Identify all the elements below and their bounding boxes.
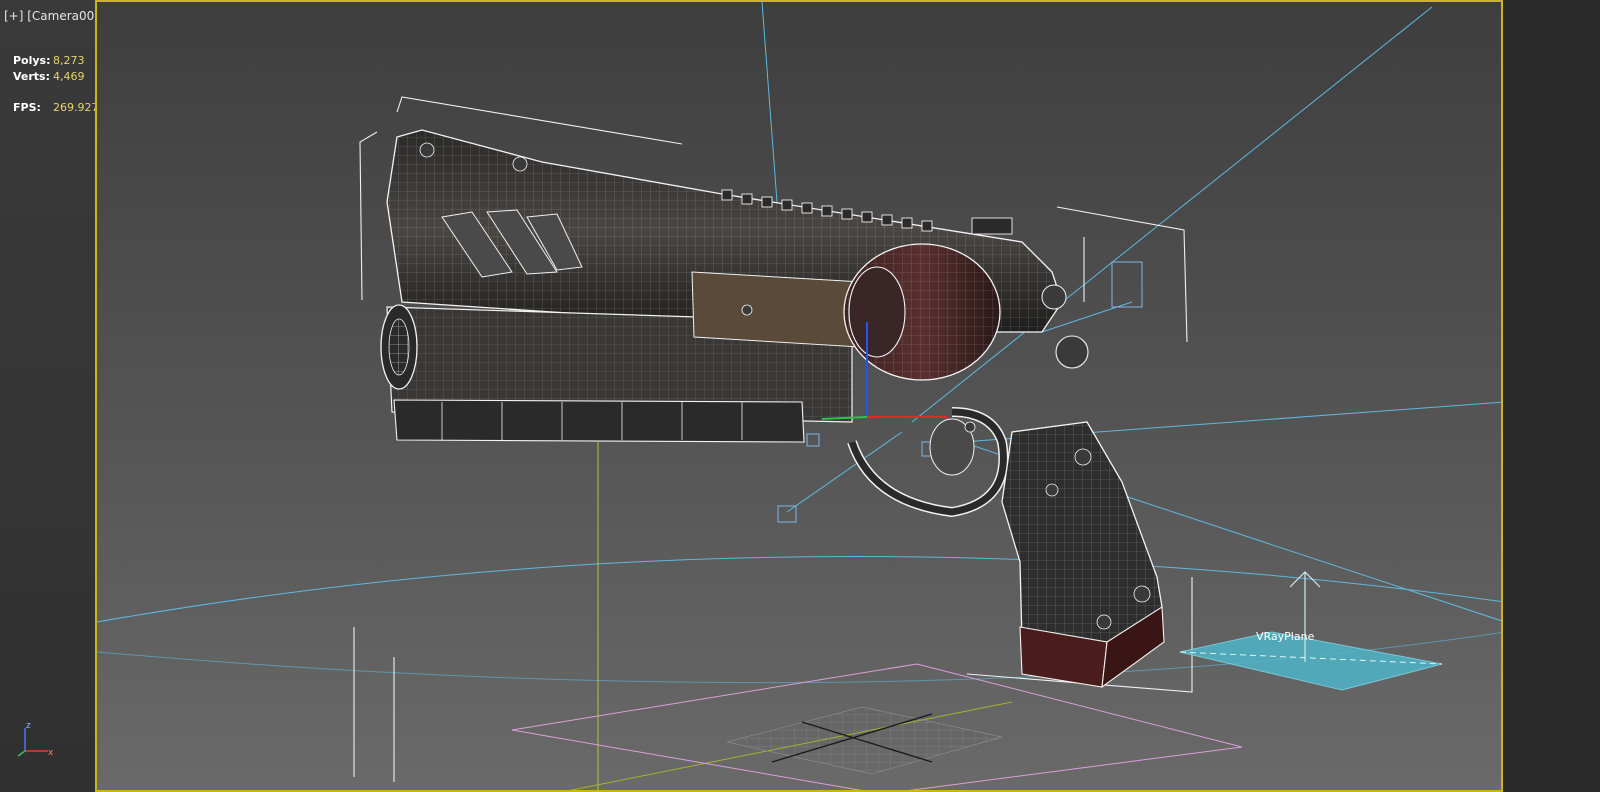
camera-viewport[interactable]: VRayPlane	[95, 0, 1503, 792]
viewport-scene[interactable]	[97, 2, 1503, 792]
fps-value: 269.927	[53, 101, 99, 114]
rear-knob	[1041, 284, 1067, 310]
axis-z-label: z	[26, 721, 31, 731]
vray-plane-label: VRayPlane	[1256, 630, 1315, 643]
gun-underbarrel	[393, 399, 805, 443]
polys-label: Polys:	[13, 54, 51, 67]
hammer-knob	[1055, 335, 1089, 369]
axis-x-label: x	[48, 748, 54, 758]
muzzle-wireframe	[388, 318, 410, 376]
side-panel	[691, 271, 863, 348]
viewport-menu-label[interactable]: [+] [Camera001]	[4, 9, 107, 23]
fps-label: FPS:	[13, 101, 41, 114]
viewport-plus-menu[interactable]: [+]	[4, 9, 23, 23]
verts-label: Verts:	[13, 70, 51, 83]
right-side-panel	[1503, 0, 1600, 792]
verts-value: 4,469	[53, 70, 85, 83]
cylinder-front	[848, 266, 906, 358]
left-command-panel: [+] [Camera001] Polys: 8,273 Verts: 4,46…	[0, 0, 107, 792]
axis-tripod-icon: z x	[17, 721, 54, 758]
polys-value: 8,273	[53, 54, 85, 67]
